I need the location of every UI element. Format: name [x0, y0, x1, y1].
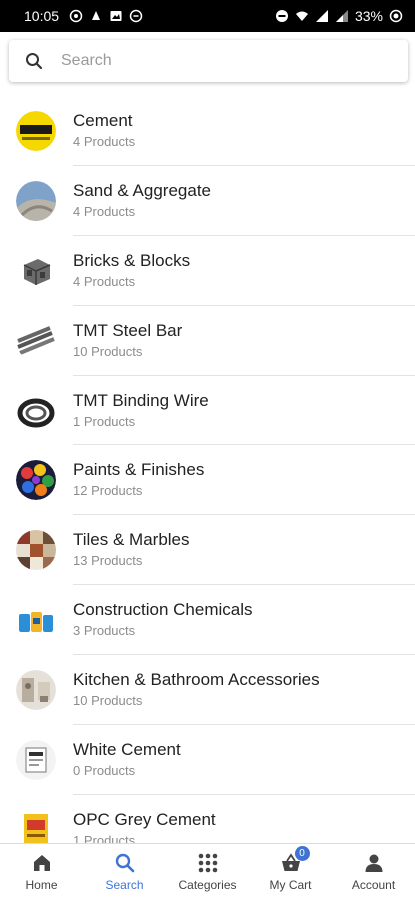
notification-icon	[92, 11, 101, 20]
category-name: Sand & Aggregate	[73, 180, 212, 200]
search-box[interactable]	[9, 40, 408, 82]
category-item-cement[interactable]: Cement 4 Products	[0, 96, 415, 166]
chemicals-icon	[16, 600, 56, 641]
nav-account[interactable]: Account	[332, 844, 415, 900]
kitchen-bath-icon	[16, 670, 56, 711]
category-list: Cement 4 Products Sand & Aggregate 4 Pro…	[0, 96, 415, 843]
account-icon	[365, 854, 382, 872]
category-name: TMT Steel Bar	[73, 320, 183, 340]
category-name: OPC Grey Cement	[73, 809, 216, 829]
status-bar: 10:05 33%	[0, 0, 415, 32]
signal-icon	[315, 10, 328, 22]
nav-search[interactable]: Search	[83, 844, 166, 900]
category-name: Tiles & Marbles	[73, 530, 190, 550]
category-name: Construction Chemicals	[73, 600, 253, 620]
paint-cans-icon	[16, 460, 56, 501]
grid-icon	[198, 853, 217, 873]
category-name: Cement	[73, 110, 133, 130]
category-count: 4 Products	[73, 203, 136, 219]
cart-count-badge: 0	[294, 846, 310, 861]
bottom-navigation: Home Search Categories 0 My Cart Account	[0, 843, 415, 900]
category-count: 0 Products	[73, 762, 136, 778]
home-icon	[33, 855, 50, 871]
signal-icon-2	[335, 10, 348, 22]
nav-home[interactable]: Home	[0, 844, 83, 900]
category-item-tmt-steel-bar[interactable]: TMT Steel Bar 10 Products	[0, 306, 415, 376]
category-item-paints-finishes[interactable]: Paints & Finishes 12 Products	[0, 445, 415, 516]
nav-cart-label: My Cart	[269, 878, 312, 892]
category-count: 1 Products	[73, 413, 136, 429]
do-not-disturb-icon	[275, 10, 288, 22]
category-item-tiles-marbles[interactable]: Tiles & Marbles 13 Products	[0, 515, 415, 586]
whatsapp-icon	[69, 9, 83, 23]
category-item-tmt-binding-wire[interactable]: TMT Binding Wire 1 Products	[0, 376, 415, 446]
steel-bar-icon	[16, 320, 56, 361]
nav-account-label: Account	[351, 878, 396, 892]
category-name: White Cement	[73, 739, 181, 759]
category-item-white-cement[interactable]: White Cement 0 Products	[0, 725, 415, 795]
category-name: TMT Binding Wire	[73, 390, 209, 410]
nav-home-label: Home	[25, 878, 58, 892]
sand-icon	[16, 180, 56, 221]
category-name: Kitchen & Bathroom Accessories	[73, 670, 320, 690]
search-bar-container	[0, 32, 415, 90]
nav-my-cart[interactable]: 0 My Cart	[249, 844, 332, 900]
search-input[interactable]	[61, 52, 381, 70]
category-count: 3 Products	[73, 623, 136, 639]
nav-categories-label: Categories	[178, 878, 237, 892]
category-item-opc-grey-cement[interactable]: OPC Grey Cement 1 Products	[0, 795, 415, 843]
category-item-construction-chemicals[interactable]: Construction Chemicals 3 Products	[0, 585, 415, 656]
image-icon	[110, 11, 122, 21]
category-count: 12 Products	[73, 483, 143, 499]
category-item-bricks-blocks[interactable]: Bricks & Blocks 4 Products	[0, 236, 415, 306]
cement-brand-icon	[16, 110, 56, 151]
tiles-icon	[16, 530, 56, 571]
category-count: 4 Products	[73, 133, 136, 149]
category-name: Bricks & Blocks	[73, 250, 191, 270]
sync-icon	[129, 9, 143, 23]
category-count: 13 Products	[73, 553, 143, 569]
search-icon	[26, 53, 43, 70]
battery-percent: 33%	[354, 8, 383, 24]
category-count: 10 Products	[73, 343, 143, 359]
nav-search-label: Search	[105, 878, 144, 892]
grey-cement-icon	[16, 809, 56, 843]
search-icon	[115, 853, 134, 873]
category-count: 10 Products	[73, 693, 143, 709]
category-item-sand-aggregate[interactable]: Sand & Aggregate 4 Products	[0, 166, 415, 236]
category-count: 4 Products	[73, 273, 136, 289]
category-count: 1 Products	[73, 832, 136, 843]
white-cement-icon	[16, 739, 56, 780]
status-time: 10:05	[24, 8, 60, 24]
category-item-kitchen-bathroom-accessories[interactable]: Kitchen & Bathroom Accessories 10 Produc…	[0, 655, 415, 726]
category-name: Paints & Finishes	[73, 460, 205, 480]
wire-coil-icon	[16, 390, 56, 431]
nav-categories[interactable]: Categories	[166, 844, 249, 900]
battery-saver-icon	[389, 9, 403, 23]
wifi-icon	[295, 11, 308, 21]
brick-block-icon	[16, 250, 56, 291]
